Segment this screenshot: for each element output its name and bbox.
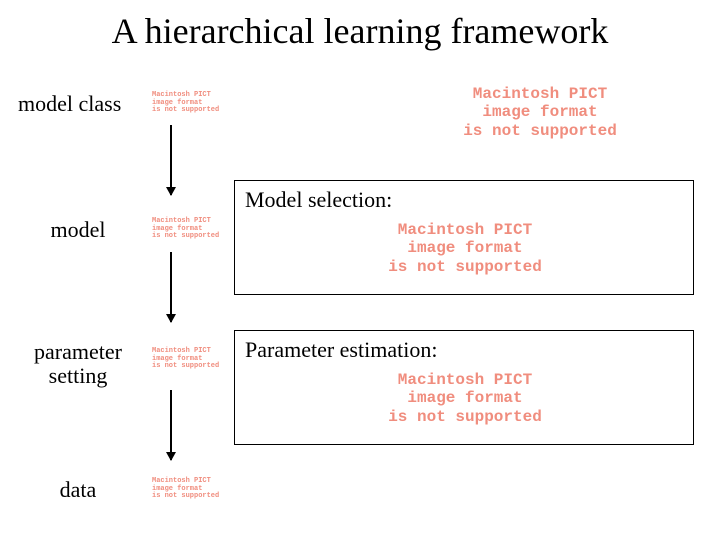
box-parameter-estimation: Parameter estimation: Macintosh PICT ima…	[234, 330, 694, 445]
label-parameter-setting-line2: setting	[49, 363, 108, 388]
pict-placeholder-icon: Macintosh PICT image format is not suppo…	[152, 478, 202, 501]
pict-placeholder-icon: Macintosh PICT image format is not suppo…	[152, 92, 202, 115]
label-model-class: model class	[18, 92, 138, 116]
arrow-down-icon	[170, 125, 172, 195]
box-parameter-estimation-title: Parameter estimation:	[245, 337, 683, 363]
box-model-selection: Model selection: Macintosh PICT image fo…	[234, 180, 694, 295]
slide-title: A hierarchical learning framework	[0, 10, 720, 52]
box-model-selection-title: Model selection:	[245, 187, 683, 213]
pict-placeholder-icon: Macintosh PICT image format is not suppo…	[345, 221, 585, 276]
pict-placeholder-icon: Macintosh PICT image format is not suppo…	[152, 218, 202, 241]
label-parameter-setting-line1: parameter	[34, 339, 122, 364]
pict-placeholder-icon: Macintosh PICT image format is not suppo…	[345, 371, 585, 426]
label-parameter-setting: parameter setting	[18, 340, 138, 388]
label-data: data	[18, 478, 138, 502]
arrow-down-icon	[170, 252, 172, 322]
pict-placeholder-icon: Macintosh PICT image format is not suppo…	[152, 348, 202, 371]
label-model: model	[18, 218, 138, 242]
slide: A hierarchical learning framework model …	[0, 0, 720, 540]
pict-placeholder-icon: Macintosh PICT image format is not suppo…	[410, 85, 670, 140]
arrow-down-icon	[170, 390, 172, 460]
